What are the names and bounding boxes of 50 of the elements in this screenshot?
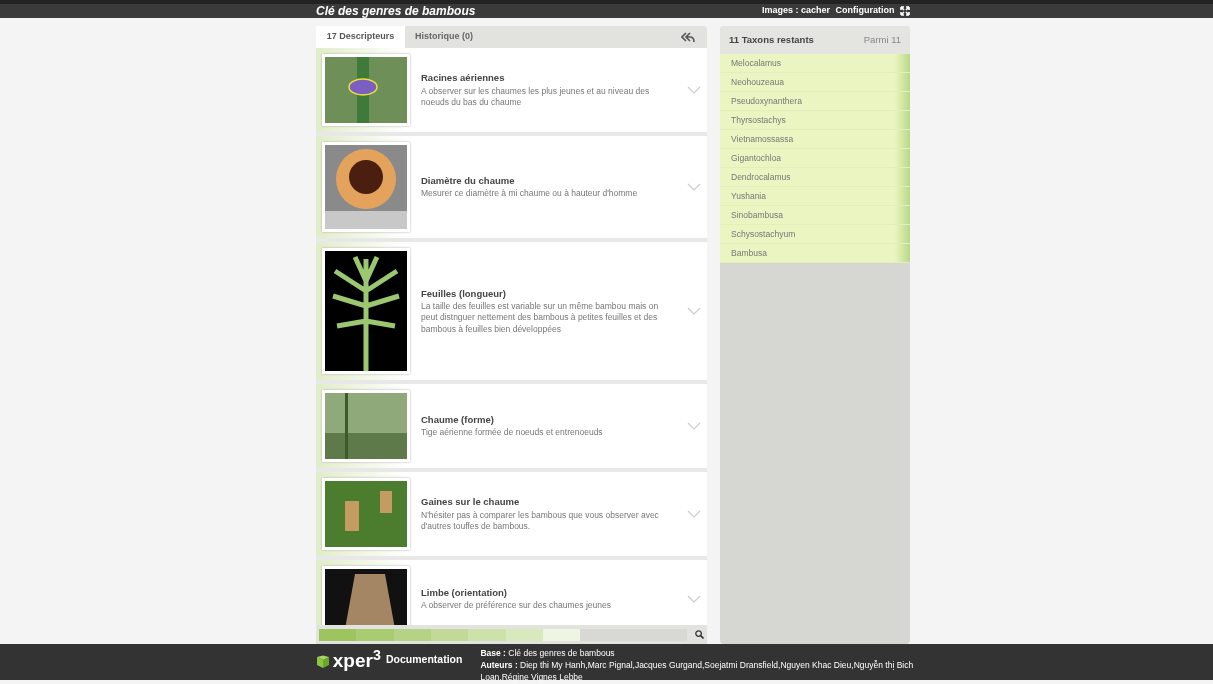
- descriptor-card[interactable]: Limbe (orientation) A observer de préférence sur des chaumes jeunes: [316, 560, 707, 625]
- descriptor-title: Limbe (orientation): [421, 586, 509, 601]
- descriptor-card[interactable]: Diamètre du chaume Mesurer ce diamètre à mi chaume ou à hauteur d'homme: [316, 136, 707, 238]
- descriptor-card[interactable]: Chaume (forme) Tige aérienne formée de noeuds et entrenoeuds: [316, 384, 707, 468]
- descriptor-description: A observer sur les chaumes les plus jeunes et au niveau des noeuds du bas du chaume: [421, 85, 651, 109]
- descriptor-title: Gaines sur le chaume: [421, 495, 521, 510]
- descriptor-card[interactable]: Racines aériennes A observer sur les chaumes les plus jeunes et au niveau des noeuds du bas du chaume: [316, 48, 707, 132]
- chevron-down-icon[interactable]: [687, 422, 701, 430]
- descriptor-card[interactable]: Gaines sur le chaume N'hésiter pas à comparer les bambous que vous observer avec d'autres touffes de bambous.: [316, 472, 707, 556]
- base-line: Base : Clé des genres de bambous: [480, 646, 616, 659]
- logo-text: xper$^{3}$: [332, 646, 381, 673]
- reply-all-icon[interactable]: [681, 31, 695, 43]
- descriptor-title: Diamètre du chaume: [421, 174, 516, 189]
- taxa-count: Parmi 11: [863, 32, 901, 47]
- chevron-down-icon[interactable]: [687, 307, 701, 315]
- chevron-down-icon[interactable]: [687, 510, 701, 518]
- taxon-item[interactable]: Yushania: [720, 187, 910, 206]
- chevron-down-icon[interactable]: [687, 183, 701, 191]
- app-title: Clé des genres de bambous: [316, 3, 476, 20]
- taxon-item[interactable]: Pseudoxynanthera: [720, 92, 910, 111]
- toolbar-link[interactable]: Configuration: [835, 4, 895, 18]
- toolbar-link[interactable]: Images : cacher: [761, 4, 830, 18]
- descriptor-title: Chaume (forme): [421, 413, 495, 428]
- panel-title: 11 Taxons restants: [729, 32, 814, 47]
- documentation-link[interactable]: Documentation: [386, 652, 463, 668]
- taxon-item[interactable]: Gigantochloa: [720, 149, 910, 168]
- fullscreen-icon[interactable]: [900, 6, 910, 16]
- search-icon[interactable]: [695, 630, 705, 639]
- logo-icon: [316, 654, 330, 668]
- taxon-item[interactable]: Thyrsostachys: [720, 111, 910, 130]
- chevron-down-icon[interactable]: [687, 86, 701, 94]
- tab[interactable]: 17 Descripteurs: [316, 26, 405, 48]
- descriptor-description: Tige aérienne formée de noeuds et entrenoeuds: [421, 427, 604, 439]
- taxon-item[interactable]: Dendrocalamus: [720, 168, 910, 187]
- descriptor-card[interactable]: Feuilles (longueur) La taille des feuilles est variable sur un même bambou mais on peut distnguer nettement des bambous à petites feuilles et des bambous à feuilles bien développées: [316, 242, 707, 380]
- taxon-item[interactable]: Melocalamus: [720, 54, 910, 73]
- taxon-item[interactable]: Sinobambusa: [720, 206, 910, 225]
- taxon-item[interactable]: Bambusa: [720, 244, 910, 263]
- descriptor-title: Racines aériennes: [421, 71, 506, 86]
- descriptor-title: Feuilles (longueur): [421, 286, 507, 301]
- taxon-item[interactable]: Schysostachyum: [720, 225, 910, 244]
- descriptor-description: La taille des feuilles est variable sur un même bambou mais on peut distnguer nettement des bambous à petites feuilles et des bambous à feuilles bien développées: [421, 300, 660, 336]
- taxon-item[interactable]: Vietnamossassa: [720, 130, 910, 149]
- tab[interactable]: Historique (0): [405, 26, 483, 48]
- authors-line: Auteurs : Diep thi My Hanh,Marc Pignal,Jacques Gurgand,Soejatmi Dransfield,Nguyen Khac Dieu,Nguyễn thị Bich Loan,Régine Vignes Lebbe: [480, 658, 915, 683]
- taxon-item[interactable]: Neohouzeaua: [720, 73, 910, 92]
- descriptor-description: Mesurer ce diamètre à mi chaume ou à hauteur d'homme: [421, 188, 639, 200]
- chevron-down-icon[interactable]: [687, 595, 701, 603]
- descriptor-description: N'hésiter pas à comparer les bambous que vous observer avec d'autres touffes de bambous.: [421, 509, 660, 533]
- descriptor-description: A observer de préférence sur des chaumes jeunes: [421, 600, 612, 612]
